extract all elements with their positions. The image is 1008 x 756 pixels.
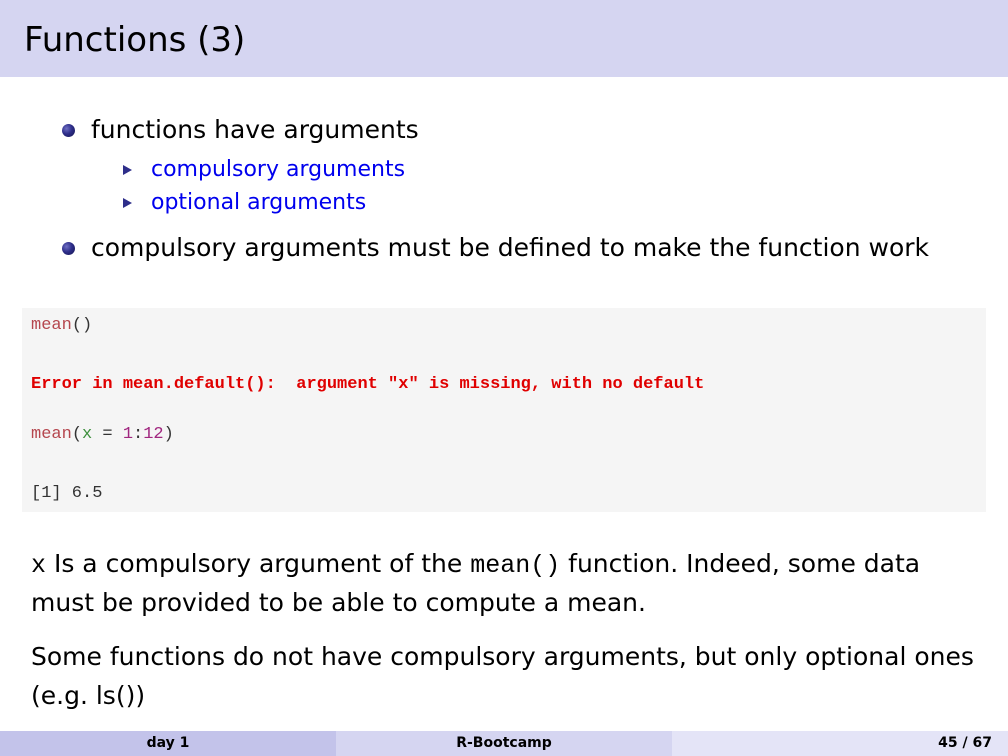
code-function-name: mean [31,316,72,335]
footer-title-text: R-Bootcamp [456,735,552,751]
code-argument: x [82,425,93,444]
footer-date-text: day 1 [146,735,190,751]
footer-page-number-text: 45 / 67 [938,735,992,751]
code-block: mean() Error in mean.default(): argument… [22,308,986,512]
inline-code: x [31,551,47,580]
code-number: 1 [122,425,134,444]
arrow-bullet-icon [123,198,132,208]
code-error-message: Error in mean.default(): argument "x" is… [31,375,705,394]
footer-title: R-Bootcamp [336,731,672,756]
code-text: ( [71,425,83,444]
bullet-icon [62,124,75,137]
arrow-bullet-icon [123,165,132,175]
code-text: ) [163,425,174,444]
code-text: : [133,425,144,444]
paragraph-line: (e.g. ls()) [31,681,146,710]
code-text: = [92,425,123,444]
paragraph-text: Is a compulsory argument of the [46,549,471,578]
bullet-item: compulsory arguments must be defined to … [91,233,930,262]
slide-header: Functions (3) [0,0,1008,77]
code-output: [1] 6.5 [31,484,103,503]
paragraph-line: must be provided to be able to compute a… [31,588,646,617]
inline-code: mean() [470,551,561,580]
sub-bullet-item: optional arguments [151,190,367,215]
code-text: () [71,316,93,335]
bullet-item: functions have arguments [91,115,419,144]
paragraph: x Is a compulsory argument of the mean()… [31,545,991,585]
sub-bullet-item: compulsory arguments [151,157,406,182]
code-line: mean() [31,316,92,336]
bullet-icon [62,242,75,255]
footer-date: day 1 [0,731,336,756]
code-number: 12 [143,425,164,444]
code-line: mean(x = 1:12) [31,425,174,445]
slide-footer: day 1 R-Bootcamp 45 / 67 [0,731,1008,756]
paragraph-text: function. Indeed, some data [560,549,921,578]
code-function-name: mean [31,425,72,444]
paragraph-line: Some functions do not have compulsory ar… [31,642,974,671]
footer-page-number: 45 / 67 [672,731,1008,756]
slide-title: Functions (3) [24,20,246,60]
